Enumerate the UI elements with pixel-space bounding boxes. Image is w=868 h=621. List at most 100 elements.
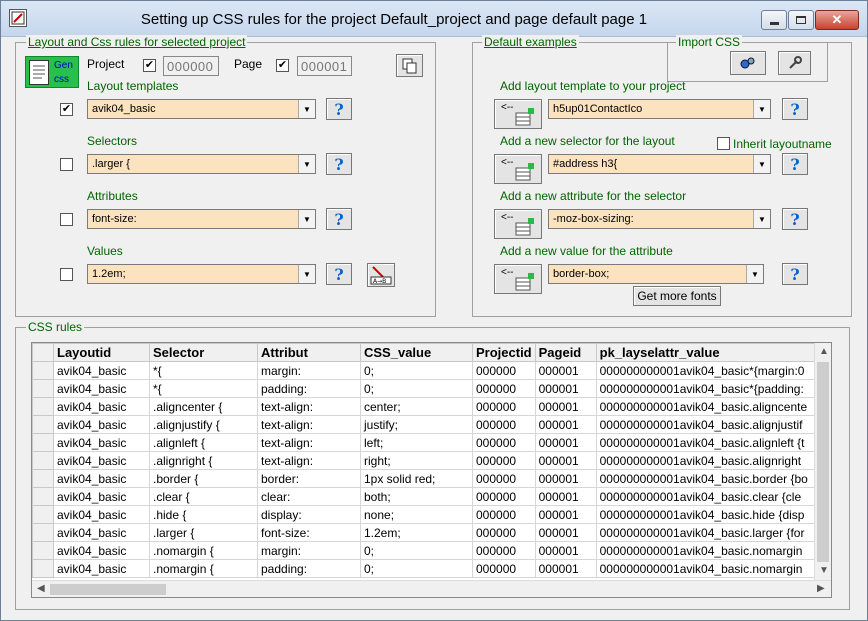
table-cell[interactable]: none; (360, 505, 473, 524)
selector-help-button[interactable]: ? (326, 153, 352, 175)
row-header[interactable] (32, 361, 54, 380)
example-layout-select[interactable]: h5up01ContactIco ▼ (548, 99, 771, 119)
table-cell[interactable]: avik04_basic (53, 505, 150, 524)
vertical-scrollbar[interactable]: ▲ ▼ (814, 343, 831, 580)
table-cell[interactable]: 000001 (534, 541, 597, 560)
table-row[interactable]: avik04_basic .aligncenter {text-align: cen… (32, 397, 819, 416)
table-cell[interactable]: 000000000001avik04_basic.aligncente (595, 397, 819, 416)
table-cell[interactable]: avik04_basic (53, 487, 150, 506)
table-row[interactable]: avik04_basic .border {border: 1px solid re… (32, 469, 819, 488)
table-cell[interactable]: 000000000001avik04_basic.alignright (595, 451, 819, 470)
scroll-up-icon[interactable]: ▲ (819, 346, 829, 357)
table-cell[interactable]: 000001 (534, 487, 597, 506)
table-cell[interactable]: 000000000001avik04_basic.clear {cle (595, 487, 819, 506)
table-cell[interactable]: 1px solid red; (360, 469, 473, 488)
example-selector-help-button[interactable]: ? (782, 153, 808, 175)
page-checkbox[interactable]: ✔ (276, 59, 289, 72)
table-cell[interactable]: 000000 (472, 523, 536, 542)
table-cell[interactable]: both; (360, 487, 473, 506)
row-header[interactable] (32, 559, 54, 578)
table-cell[interactable]: text-align: (257, 433, 361, 452)
table-cell[interactable]: 000001 (534, 469, 597, 488)
table-cell[interactable]: avik04_basic (53, 415, 150, 434)
table-cell[interactable]: avik04_basic (53, 451, 150, 470)
add-selector-button[interactable]: <-- (494, 154, 542, 184)
table-cell[interactable]: padding: (257, 559, 361, 578)
table-cell[interactable]: left; (360, 433, 473, 452)
add-value-button[interactable]: <-- (494, 264, 542, 294)
table-cell[interactable]: 000000 (472, 433, 536, 452)
table-cell[interactable]: .clear { (149, 487, 258, 506)
value-select[interactable]: 1.2em; ▼ (87, 264, 316, 284)
table-cell[interactable]: border: (257, 469, 361, 488)
table-cell[interactable]: 1.2em; (360, 523, 473, 542)
table-row[interactable]: avik04_basic .larger {font-size: 1.2em; 000… (32, 523, 819, 542)
row-header[interactable] (32, 469, 54, 488)
table-row[interactable]: avik04_basic .alignjustify {text-align: ju… (32, 415, 819, 434)
table-cell[interactable]: 000000 (472, 361, 536, 380)
example-attribute-help-button[interactable]: ? (782, 208, 808, 230)
table-cell[interactable]: 0; (360, 541, 473, 560)
table-cell[interactable]: 0; (360, 559, 473, 578)
table-cell[interactable]: 000000 (472, 541, 536, 560)
column-header[interactable]: pk_layselattr_value (595, 343, 819, 362)
table-cell[interactable]: 000000000001avik04_basic.larger {for (595, 523, 819, 542)
table-cell[interactable]: 000000000001avik04_basic.nomargin (595, 541, 819, 560)
table-cell[interactable]: 0; (360, 361, 473, 380)
table-cell[interactable]: 000001 (534, 451, 597, 470)
table-cell[interactable]: 000000000001avik04_basic.border {bo (595, 469, 819, 488)
example-value-help-button[interactable]: ? (782, 263, 808, 285)
table-cell[interactable]: 000000 (472, 397, 536, 416)
table-row[interactable]: avik04_basic *{padding: 0; 000000 000001 0000… (32, 379, 819, 398)
table-cell[interactable]: 000000000001avik04_basic.hide {disp (595, 505, 819, 524)
table-cell[interactable]: 000000 (472, 451, 536, 470)
table-cell[interactable]: 000001 (534, 415, 597, 434)
table-cell[interactable]: .aligncenter { (149, 397, 258, 416)
table-cell[interactable]: avik04_basic (53, 523, 150, 542)
table-cell[interactable]: avik04_basic (53, 379, 150, 398)
table-cell[interactable]: 000001 (534, 379, 597, 398)
table-cell[interactable]: *{ (149, 379, 258, 398)
table-cell[interactable]: 000000000001avik04_basic.nomargin (595, 559, 819, 578)
page-field[interactable]: 000001 (297, 56, 352, 76)
table-cell[interactable]: avik04_basic (53, 433, 150, 452)
row-header[interactable] (32, 505, 54, 524)
table-cell[interactable]: 000001 (534, 505, 597, 524)
close-button[interactable]: ✕ (815, 10, 859, 30)
table-cell[interactable]: .alignright { (149, 451, 258, 470)
selector-checkbox[interactable] (60, 158, 73, 171)
table-cell[interactable]: display: (257, 505, 361, 524)
row-header[interactable] (32, 433, 54, 452)
table-cell[interactable]: avik04_basic (53, 541, 150, 560)
table-cell[interactable]: 000000 (472, 505, 536, 524)
value-help-button[interactable]: ? (326, 263, 352, 285)
table-cell[interactable]: .alignjustify { (149, 415, 258, 434)
table-cell[interactable]: 000000000001avik04_basic.alignleft {t (595, 433, 819, 452)
table-cell[interactable]: .nomargin { (149, 559, 258, 578)
layout-help-button[interactable]: ? (326, 98, 352, 120)
example-value-select[interactable]: border-box; ▼ (548, 264, 764, 284)
table-cell[interactable]: 000001 (534, 523, 597, 542)
table-cell[interactable]: avik04_basic (53, 397, 150, 416)
table-row[interactable]: avik04_basic *{margin: 0; 000000 000001 00000… (32, 361, 819, 380)
column-header[interactable]: Projectid (472, 343, 536, 362)
table-cell[interactable]: text-align: (257, 415, 361, 434)
table-cell[interactable]: .alignleft { (149, 433, 258, 452)
table-cell[interactable]: font-size: (257, 523, 361, 542)
selector-select[interactable]: .larger { ▼ (87, 154, 316, 174)
table-cell[interactable]: .border { (149, 469, 258, 488)
scroll-down-icon[interactable]: ▼ (819, 565, 829, 576)
example-selector-select[interactable]: #address h3{ ▼ (548, 154, 771, 174)
table-cell[interactable]: 000001 (534, 361, 597, 380)
column-header[interactable]: Attribut (257, 343, 361, 362)
scroll-right-icon[interactable]: ▶ (817, 583, 825, 594)
table-cell[interactable]: justify; (360, 415, 473, 434)
table-cell[interactable]: 000000 (472, 379, 536, 398)
table-cell[interactable]: 000000 (472, 415, 536, 434)
column-header[interactable]: Layoutid (53, 343, 150, 362)
table-cell[interactable]: 000001 (534, 397, 597, 416)
scroll-left-icon[interactable]: ◀ (37, 583, 45, 594)
table-cell[interactable]: 000000000001avik04_basic*{padding: (595, 379, 819, 398)
column-header[interactable]: CSS_value (360, 343, 473, 362)
table-cell[interactable]: clear: (257, 487, 361, 506)
